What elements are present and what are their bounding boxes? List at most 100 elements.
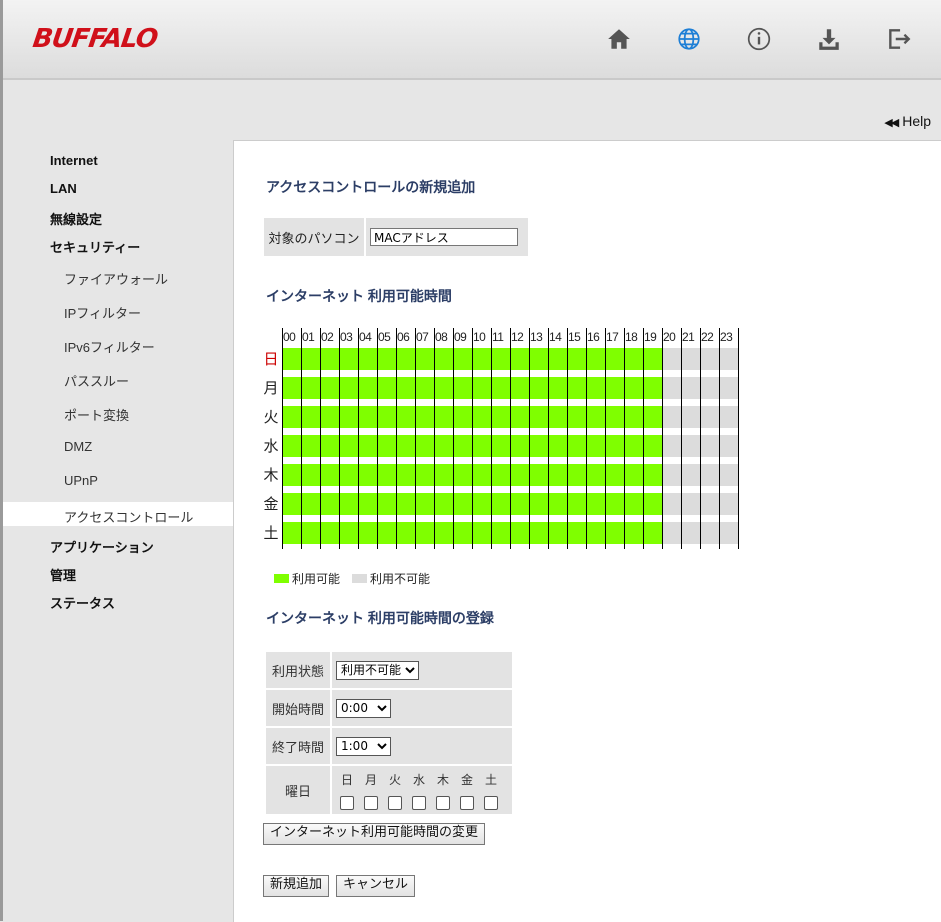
- schedule-cell: [415, 522, 434, 544]
- schedule-cell: [624, 435, 643, 457]
- schedule-cell: [719, 493, 738, 515]
- status-cell: 利用不可能: [332, 652, 512, 688]
- weekday-checkbox[interactable]: [460, 795, 474, 810]
- schedule-cell: [282, 348, 301, 370]
- schedule-cell: [301, 493, 320, 515]
- schedule-cell: [491, 522, 510, 544]
- register-title: インターネット 利用可能時間の登録: [266, 610, 494, 626]
- schedule-cell: [681, 348, 700, 370]
- schedule-cell: [719, 377, 738, 399]
- hour-label: 11: [491, 328, 510, 346]
- logout-icon[interactable]: [886, 26, 912, 52]
- cancel-button[interactable]: キャンセル: [336, 875, 416, 897]
- schedule-cell: [491, 406, 510, 428]
- schedule-cell: [358, 493, 377, 515]
- weekday-checkbox[interactable]: [340, 795, 354, 810]
- schedule-cell: [643, 406, 662, 428]
- schedule-cell: [377, 435, 396, 457]
- weekday-checkbox[interactable]: [388, 795, 402, 810]
- target-pc-cell: [366, 218, 528, 256]
- unavailable-swatch: [352, 574, 368, 583]
- schedule-legend: 利用可能 利用不可能: [274, 570, 430, 587]
- weekday-checkbox[interactable]: [484, 795, 498, 810]
- schedule-cell: [301, 464, 320, 486]
- schedule-cell: [358, 348, 377, 370]
- sidebar-item[interactable]: UPnP: [64, 473, 98, 488]
- schedule-cell: [339, 522, 358, 544]
- schedule-cell: [605, 348, 624, 370]
- hour-label: 12: [510, 328, 529, 346]
- schedule-cell: [643, 522, 662, 544]
- sidebar-item[interactable]: セキュリティー: [50, 237, 140, 256]
- sidebar-item[interactable]: ステータス: [50, 593, 115, 612]
- schedule-cell: [624, 493, 643, 515]
- globe-icon[interactable]: [676, 26, 702, 52]
- schedule-cell: [605, 435, 624, 457]
- schedule-cell: [624, 464, 643, 486]
- start-time-cell: 0:00: [332, 690, 512, 726]
- sidebar-item[interactable]: ポート変換: [64, 405, 129, 424]
- sidebar-item[interactable]: LAN: [50, 181, 77, 196]
- weekday-option: 月: [362, 771, 380, 810]
- help-toggle[interactable]: ◀◀ Help: [884, 113, 931, 129]
- sidebar-item[interactable]: IPフィルター: [64, 303, 141, 322]
- top-header: BUFFALO: [3, 0, 941, 80]
- schedule-cell: [434, 464, 453, 486]
- schedule-cell: [624, 406, 643, 428]
- target-pc-input[interactable]: [370, 228, 518, 246]
- weekday-option-label: 水: [412, 772, 425, 787]
- schedule-cell: [700, 406, 719, 428]
- schedule-cell: [624, 348, 643, 370]
- schedule-cell: [643, 435, 662, 457]
- sidebar-item[interactable]: Internet: [50, 153, 98, 168]
- add-button[interactable]: 新規追加: [263, 875, 330, 897]
- legend-available: 利用可能: [292, 572, 341, 586]
- sidebar-item[interactable]: 無線設定: [50, 209, 102, 228]
- weekday-checkbox[interactable]: [436, 795, 450, 810]
- schedule-cell: [472, 406, 491, 428]
- schedule-cell: [320, 377, 339, 399]
- schedule-cell: [548, 464, 567, 486]
- schedule-cell: [415, 493, 434, 515]
- download-icon[interactable]: [816, 26, 842, 52]
- available-swatch: [274, 574, 289, 583]
- schedule-cell: [358, 464, 377, 486]
- schedule-cell: [472, 464, 491, 486]
- schedule-cell: [415, 348, 434, 370]
- sidebar-item[interactable]: 管理: [50, 565, 76, 584]
- schedule-cell: [339, 377, 358, 399]
- home-icon[interactable]: [606, 26, 632, 52]
- weekday-option: 火: [386, 771, 404, 810]
- status-select[interactable]: 利用不可能: [336, 660, 419, 680]
- weekday-option-label: 木: [436, 772, 449, 787]
- schedule-cell: [700, 435, 719, 457]
- sidebar-item[interactable]: DMZ: [64, 439, 92, 454]
- schedule-cell: [700, 522, 719, 544]
- start-time-label: 開始時間: [266, 690, 330, 726]
- sidebar-item[interactable]: ファイアウォール: [64, 269, 168, 288]
- schedule-cell: [586, 406, 605, 428]
- schedule-cell: [320, 522, 339, 544]
- sidebar-item[interactable]: パススルー: [64, 371, 129, 390]
- schedule-cell: [529, 493, 548, 515]
- start-time-select[interactable]: 0:00: [336, 698, 391, 718]
- weekday-checkbox[interactable]: [364, 795, 378, 810]
- hour-label: 08: [434, 328, 453, 346]
- schedule-cell: [282, 435, 301, 457]
- schedule-cell: [719, 406, 738, 428]
- weekday-checkbox[interactable]: [412, 795, 426, 810]
- schedule-cell: [282, 406, 301, 428]
- schedule-cell: [681, 406, 700, 428]
- sidebar-item[interactable]: アクセスコントロール: [64, 507, 193, 526]
- schedule-cell: [339, 435, 358, 457]
- sidebar-item[interactable]: アプリケーション: [50, 537, 154, 556]
- schedule-cell: [605, 377, 624, 399]
- sidebar-item[interactable]: IPv6フィルター: [64, 337, 155, 356]
- schedule-cell: [662, 406, 681, 428]
- schedule-cell: [586, 522, 605, 544]
- end-time-select[interactable]: 1:00: [336, 736, 391, 756]
- change-schedule-button[interactable]: インターネット利用可能時間の変更: [263, 823, 486, 845]
- info-icon[interactable]: [746, 26, 772, 52]
- schedule-cell: [415, 464, 434, 486]
- schedule-cell: [320, 435, 339, 457]
